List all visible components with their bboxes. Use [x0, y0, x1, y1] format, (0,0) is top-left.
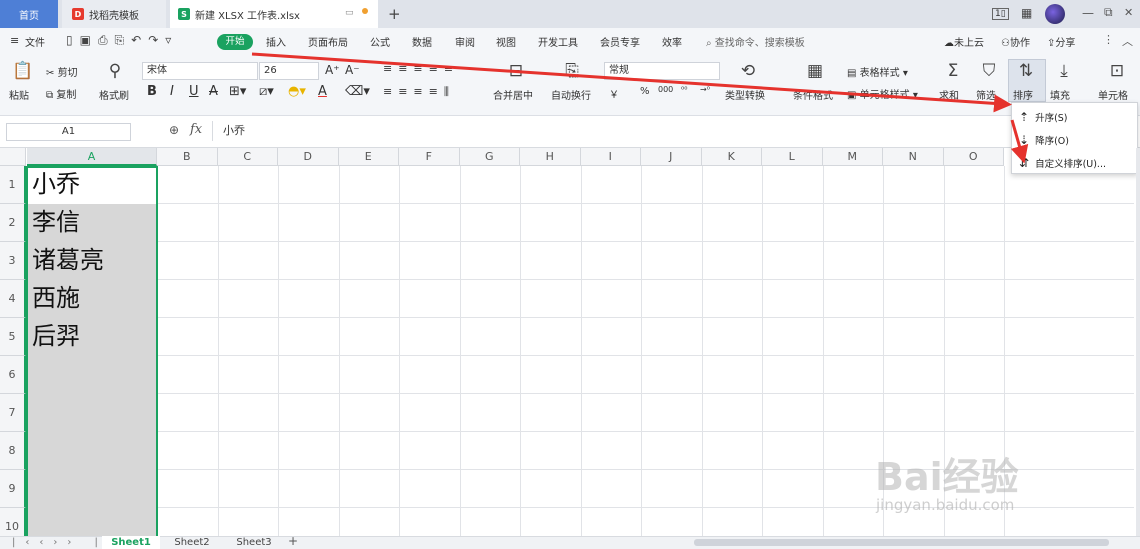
add-sheet-button[interactable]: + — [288, 535, 298, 548]
horizontal-scrollbar[interactable] — [694, 539, 1109, 546]
arrow-to-sort — [251, 52, 1012, 113]
watermark-brand: Bai经验 — [875, 455, 1019, 499]
sheet-tab-3[interactable]: Sheet3 — [228, 536, 280, 549]
sheet-tab-1[interactable]: Sheet1 — [102, 536, 160, 549]
sheet-tab-2[interactable]: Sheet2 — [166, 536, 218, 549]
arrow-to-custom-sort — [1010, 119, 1029, 164]
vertical-scrollbar[interactable] — [1136, 148, 1140, 536]
sheet-nav-icons[interactable]: |‹‹›› | — [12, 536, 108, 549]
watermark-url: jingyan.baidu.com — [876, 496, 1015, 514]
